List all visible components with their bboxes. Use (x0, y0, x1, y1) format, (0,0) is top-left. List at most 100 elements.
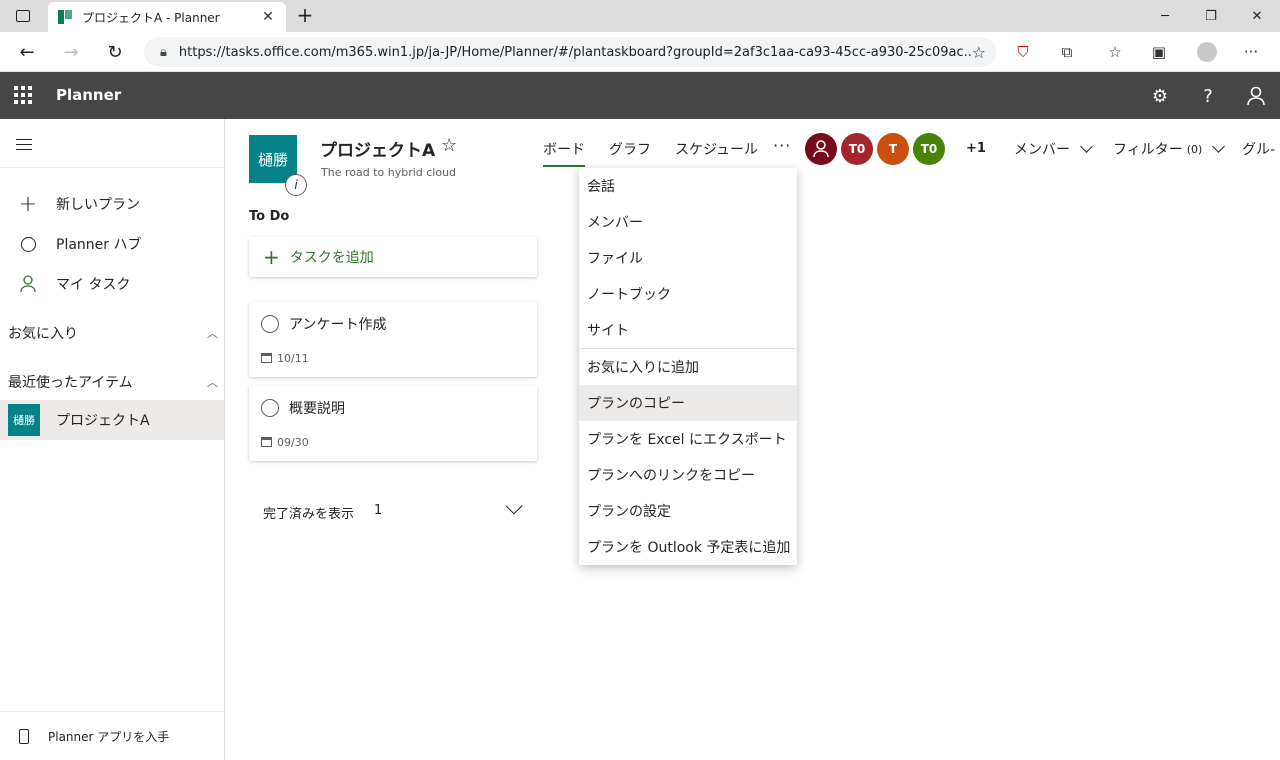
filter-count: (0) (1186, 142, 1203, 156)
filter-button[interactable]: フィルター (0) (1113, 139, 1226, 159)
recent-item-plan[interactable]: 樋勝 プロジェクトA (0, 400, 224, 440)
chevron-up-icon: ︿ (207, 327, 218, 340)
url-field[interactable]: 🔒︎ https://tasks.office.com/m365.win1.jp… (144, 37, 996, 67)
phone-icon (19, 728, 29, 744)
member-avatar[interactable]: T (877, 133, 909, 165)
lock-icon: 🔒︎ (160, 44, 167, 60)
plan-mini-logo: 樋勝 (8, 404, 40, 436)
browser-tab-bar: プロジェクトA - Planner ✕ + ─ ❐ ✕ (0, 0, 1280, 32)
group-label: グル- (1242, 142, 1276, 158)
app-name[interactable]: Planner (56, 86, 121, 104)
favorite-star-icon[interactable]: ☆ (441, 135, 457, 156)
nav-item-planner-hub[interactable]: Planner ハブ (0, 224, 224, 264)
section-title: お気に入り (8, 326, 78, 342)
menu-item-files[interactable]: ファイル (579, 240, 797, 276)
nav-item-new-plan[interactable]: + 新しいプラン (0, 184, 224, 224)
more-tabs-button[interactable]: ··· (773, 136, 791, 155)
get-app-link[interactable]: Planner アプリを入手 (0, 711, 224, 760)
member-avatar[interactable]: T0 (841, 133, 873, 165)
favorites-section-header[interactable]: お気に入り ︿ (8, 323, 218, 343)
app-launcher-icon[interactable] (14, 86, 32, 104)
calendar-icon (261, 353, 272, 363)
tab-board[interactable]: ボード (543, 139, 585, 167)
task-due-date: 09/30 (277, 436, 309, 449)
chevron-up-icon: ︿ (207, 376, 218, 389)
menu-item-export-excel[interactable]: プランを Excel にエクスポート (579, 421, 797, 457)
menu-item-conversations[interactable]: 会話 (579, 168, 797, 204)
account-icon[interactable] (1243, 83, 1269, 109)
menu-item-members[interactable]: メンバー (579, 204, 797, 240)
show-completed-toggle[interactable]: 完了済みを表示 1 (263, 503, 382, 522)
nav-divider (0, 167, 224, 168)
plus-icon: + (263, 245, 280, 269)
members-label: メンバー (1014, 142, 1070, 158)
more-members-count[interactable]: +1 (966, 141, 986, 156)
suite-header: Planner ⚙ ? (0, 72, 1280, 119)
extensions-icon[interactable]: ⧉ (1054, 40, 1080, 64)
recent-section-header[interactable]: 最近使ったアイテム ︿ (8, 372, 218, 392)
refresh-icon[interactable]: ↻ (100, 38, 130, 66)
profile-avatar[interactable] (1194, 40, 1220, 64)
nav-item-my-tasks[interactable]: マイ タスク (0, 264, 224, 304)
plan-title: プロジェクトA (320, 141, 436, 161)
help-icon[interactable]: ? (1195, 83, 1221, 109)
restore-icon[interactable]: ❐ (1188, 0, 1234, 32)
completed-label: 完了済みを表示 (263, 507, 355, 522)
tab-schedule[interactable]: スケジュール (675, 139, 758, 159)
complete-task-checkbox[interactable] (261, 315, 279, 333)
menu-item-notebook[interactable]: ノートブック (579, 276, 797, 312)
filter-label: フィルター (1113, 142, 1183, 158)
nav-item-label: 新しいプラン (56, 197, 140, 213)
tab-close-icon[interactable]: ✕ (260, 9, 276, 25)
menu-item-add-outlook[interactable]: プランを Outlook 予定表に追加 (579, 529, 797, 565)
nav-item-label: Planner ハブ (56, 237, 142, 253)
new-tab-button[interactable]: + (292, 4, 318, 28)
complete-task-checkbox[interactable] (261, 399, 279, 417)
browser-tab[interactable]: プロジェクトA - Planner ✕ (48, 2, 286, 32)
hamburger-menu-icon[interactable] (16, 139, 32, 151)
recent-item-label: プロジェクトA (56, 413, 150, 429)
browser-address-bar: ← → ↻ 🔒︎ https://tasks.office.com/m365.w… (0, 32, 1280, 72)
chevron-down-icon (1080, 140, 1093, 153)
collections-icon[interactable]: ▣ (1146, 40, 1172, 64)
group-by-button[interactable]: グル- (1242, 139, 1275, 159)
forward-icon[interactable]: → (56, 38, 86, 66)
circle-icon (0, 236, 56, 252)
menu-item-site[interactable]: サイト (579, 312, 797, 348)
calendar-icon (261, 437, 272, 447)
bucket-title[interactable]: To Do (249, 209, 289, 224)
favorites-icon[interactable]: ☆ (1102, 40, 1128, 64)
favorite-add-icon[interactable]: ☆ (972, 43, 986, 62)
plan-info-icon[interactable]: i (285, 174, 307, 196)
task-title: 概要説明 (289, 401, 345, 417)
planner-favicon-icon (58, 10, 72, 24)
menu-item-copy-link[interactable]: プランへのリンクをコピー (579, 457, 797, 493)
tab-charts[interactable]: グラフ (609, 139, 651, 159)
minimize-icon[interactable]: ─ (1142, 0, 1188, 32)
menu-item-copy-plan[interactable]: プランのコピー (579, 385, 797, 421)
member-avatar[interactable]: T0 (913, 133, 945, 165)
section-title: 最近使ったアイテム (8, 375, 133, 391)
members-button[interactable]: メンバー (1014, 139, 1093, 159)
left-navigation: + 新しいプラン Planner ハブ マイ タスク お気に入り ︿ 最近使った… (0, 119, 225, 760)
task-card[interactable]: アンケート作成 10/11 (249, 302, 537, 377)
add-task-button[interactable]: + タスクを追加 (249, 237, 537, 277)
menu-item-add-favorite[interactable]: お気に入りに追加 (579, 349, 797, 385)
add-task-label: タスクを追加 (289, 250, 374, 266)
chevron-down-icon[interactable] (505, 497, 523, 515)
task-card[interactable]: 概要説明 09/30 (249, 386, 537, 461)
completed-count: 1 (374, 503, 383, 518)
task-due-date: 10/11 (277, 352, 309, 365)
settings-gear-icon[interactable]: ⚙ (1147, 83, 1173, 109)
plan-subtitle: The road to hybrid cloud (321, 166, 457, 179)
member-avatar[interactable] (805, 133, 837, 165)
back-icon[interactable]: ← (12, 38, 42, 66)
extension-shield-icon[interactable]: ⛉ (1010, 40, 1036, 64)
menu-item-plan-settings[interactable]: プランの設定 (579, 493, 797, 529)
nav-item-label: マイ タスク (56, 277, 131, 293)
window-close-icon[interactable]: ✕ (1234, 0, 1280, 32)
more-options-icon[interactable]: ··· (1238, 40, 1264, 64)
task-title: アンケート作成 (289, 317, 387, 333)
tab-actions-icon[interactable] (0, 0, 46, 32)
person-icon (0, 275, 56, 293)
